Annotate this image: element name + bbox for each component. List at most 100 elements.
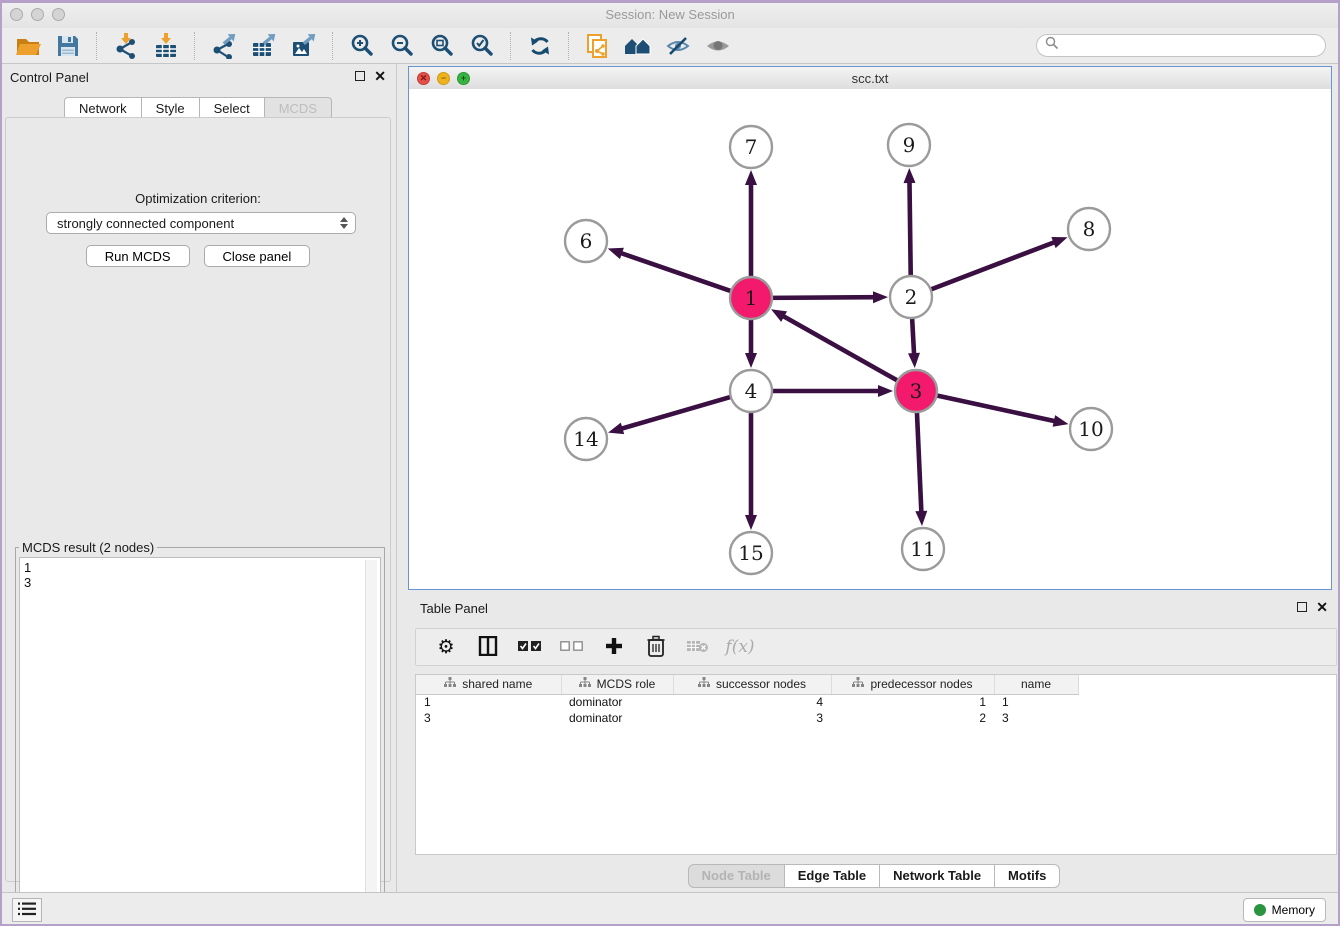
- optimization-select[interactable]: strongly connected component: [46, 212, 356, 234]
- add-column-button[interactable]: [598, 632, 630, 662]
- zoom-selected-icon: [469, 33, 495, 59]
- table-panel-tabs: Node TableEdge TableNetwork TableMotifs: [408, 864, 1340, 888]
- float-table-panel-icon[interactable]: [1297, 602, 1307, 612]
- graph-edge-1-6[interactable]: [620, 253, 733, 292]
- float-panel-icon[interactable]: [355, 71, 365, 81]
- refresh-button[interactable]: [523, 31, 557, 61]
- export-table-button[interactable]: [247, 31, 281, 61]
- table-settings-button[interactable]: ⚙: [430, 632, 462, 662]
- search-icon: [1045, 36, 1059, 55]
- zoom-in-button[interactable]: [345, 31, 379, 61]
- graph-edge-4-14[interactable]: [621, 396, 733, 429]
- function-icon: f(x): [725, 637, 754, 657]
- trash-icon: [646, 635, 666, 660]
- toolbar-separator: [510, 32, 512, 60]
- close-table-panel-icon[interactable]: ✕: [1316, 602, 1328, 612]
- deselect-all-columns-button[interactable]: [556, 632, 588, 662]
- graph-edge-2-9[interactable]: [909, 181, 910, 278]
- export-network-button[interactable]: [207, 31, 241, 61]
- import-table-icon: [153, 33, 179, 59]
- graph-node-label: 11: [910, 537, 935, 561]
- column-header-name[interactable]: name: [994, 675, 1078, 694]
- export-image-icon: [291, 33, 317, 59]
- graph-edge-arrowhead: [915, 511, 927, 526]
- node-table: shared nameMCDS rolesuccessor nodesprede…: [415, 674, 1337, 855]
- eye-icon: [705, 33, 731, 59]
- graph-edge-2-3[interactable]: [912, 316, 914, 355]
- table-row[interactable]: 3dominator323: [416, 710, 1078, 726]
- export-image-button[interactable]: [287, 31, 321, 61]
- column-header-shared-name[interactable]: shared name: [416, 675, 561, 694]
- export-network-icon: [211, 33, 237, 59]
- zoom-out-icon: [389, 33, 415, 59]
- graph-edge-arrowhead: [608, 248, 624, 259]
- zoom-fit-button[interactable]: [425, 31, 459, 61]
- table-row[interactable]: 1dominator411: [416, 694, 1078, 710]
- open-session-button[interactable]: [11, 31, 45, 61]
- graph-edge-arrowhead: [878, 385, 893, 397]
- table-cell: 4: [673, 694, 831, 710]
- graph-edge-3-1[interactable]: [782, 316, 899, 382]
- table-cell: 3: [994, 710, 1078, 726]
- graph-node-label: 2: [905, 285, 918, 309]
- apply-function-button[interactable]: f(x): [724, 632, 756, 662]
- graph-edge-arrowhead: [608, 423, 624, 435]
- zoom-selected-button[interactable]: [465, 31, 499, 61]
- zoom-out-button[interactable]: [385, 31, 419, 61]
- window-titlebar: Session: New Session: [0, 0, 1340, 29]
- graph-edge-3-11[interactable]: [917, 410, 922, 513]
- import-table-button[interactable]: [149, 31, 183, 61]
- optimization-value: strongly connected component: [57, 216, 234, 231]
- tab-motifs[interactable]: Motifs: [995, 864, 1060, 888]
- memory-button[interactable]: Memory: [1243, 898, 1326, 922]
- mcds-result-text[interactable]: [19, 557, 381, 910]
- tab-edge-table[interactable]: Edge Table: [785, 864, 880, 888]
- graph-node-label: 6: [580, 229, 593, 253]
- column-header-successor-nodes[interactable]: successor nodes: [673, 675, 831, 694]
- columns-icon: [478, 636, 498, 659]
- network-canvas[interactable]: 7968124314101511: [409, 89, 1331, 589]
- tab-network-table[interactable]: Network Table: [880, 864, 995, 888]
- memory-label: Memory: [1272, 903, 1315, 917]
- home-views-button[interactable]: [621, 31, 655, 61]
- search-box[interactable]: [1036, 34, 1326, 57]
- show-columns-button[interactable]: [472, 632, 504, 662]
- status-bar: Memory: [0, 892, 1340, 926]
- run-mcds-button[interactable]: Run MCDS: [86, 245, 190, 267]
- network-canvas-svg: 7968124314101511: [409, 89, 1331, 589]
- open-folder-icon: [15, 33, 41, 59]
- delete-table-icon: [687, 638, 709, 657]
- duplicate-network-button[interactable]: [581, 31, 615, 61]
- graph-edge-3-10[interactable]: [935, 395, 1056, 421]
- hierarchy-icon: [579, 677, 591, 691]
- column-header-MCDS-role[interactable]: MCDS role: [561, 675, 673, 694]
- hide-selected-button[interactable]: [661, 31, 695, 61]
- export-table-icon: [251, 33, 277, 59]
- graph-node-label: 10: [1078, 417, 1103, 441]
- network-window-titlebar: ✕ − + scc.txt: [409, 67, 1331, 90]
- table-cell: 2: [831, 710, 994, 726]
- table-cell: dominator: [561, 710, 673, 726]
- select-all-columns-button[interactable]: [514, 632, 546, 662]
- graph-edge-2-8[interactable]: [929, 242, 1056, 290]
- hierarchy-icon: [698, 677, 710, 691]
- toolbar-separator: [194, 32, 196, 60]
- search-input[interactable]: [1064, 37, 1325, 54]
- graph-edge-arrowhead: [1051, 237, 1067, 248]
- graph-node-label: 8: [1083, 217, 1096, 241]
- delete-column-button[interactable]: [640, 632, 672, 662]
- show-all-button[interactable]: [701, 31, 735, 61]
- houses-icon: [624, 33, 652, 59]
- save-session-button[interactable]: [51, 31, 85, 61]
- graph-edge-1-2[interactable]: [770, 297, 875, 298]
- import-network-button[interactable]: [109, 31, 143, 61]
- result-scrollbar[interactable]: [365, 560, 377, 906]
- table-cell: dominator: [561, 694, 673, 710]
- close-panel-icon[interactable]: ✕: [374, 71, 386, 81]
- delete-table-button[interactable]: [682, 632, 714, 662]
- close-panel-button[interactable]: Close panel: [204, 245, 311, 267]
- column-header-predecessor-nodes[interactable]: predecessor nodes: [831, 675, 994, 694]
- mcds-result-group: MCDS result (2 nodes): [15, 540, 385, 914]
- tab-node-table[interactable]: Node Table: [688, 864, 785, 888]
- task-history-button[interactable]: [12, 898, 42, 922]
